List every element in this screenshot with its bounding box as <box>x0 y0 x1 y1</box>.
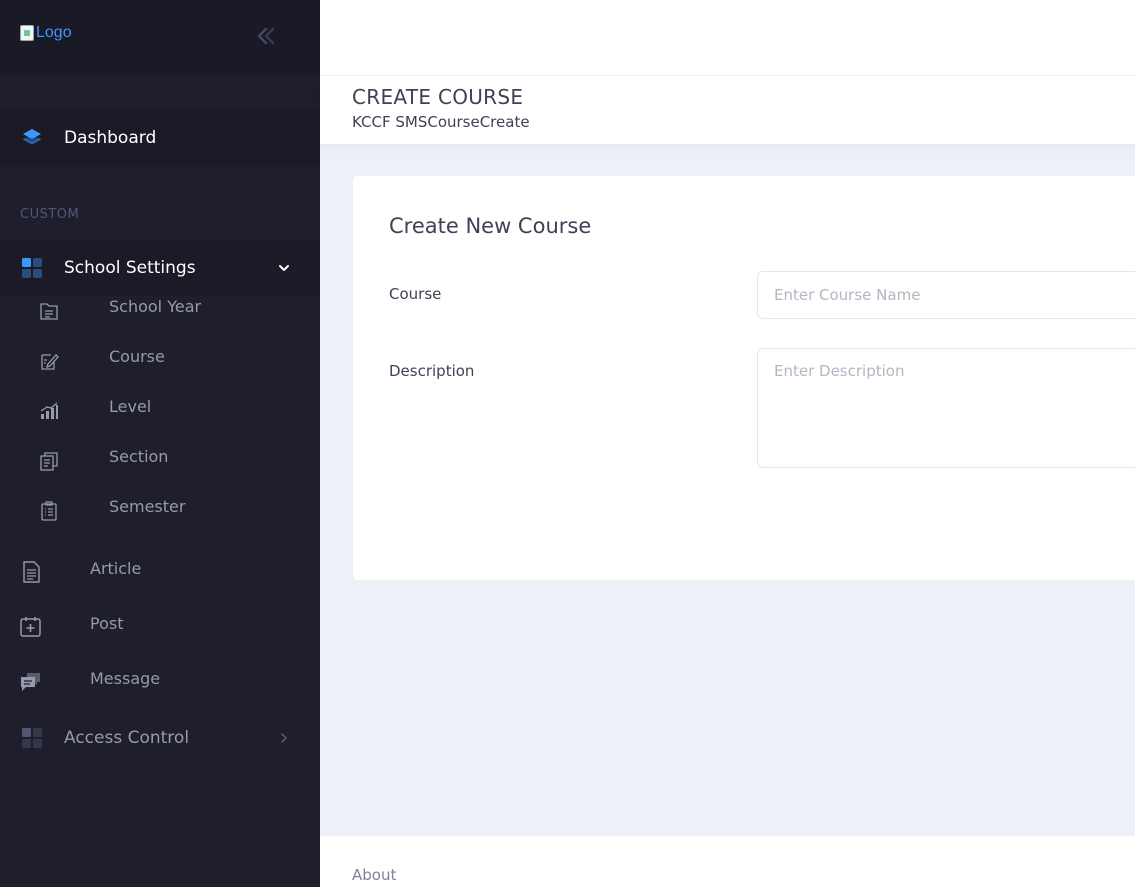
sidebar-item-post[interactable]: Post <box>0 600 320 650</box>
copy-doc-icon <box>37 449 61 473</box>
course-label: Course <box>389 285 442 303</box>
sidebar-subitem-school-year[interactable]: School Year <box>0 283 320 333</box>
chat-bubbles-icon <box>19 670 43 694</box>
sidebar-item-dashboard[interactable]: Dashboard <box>0 110 320 166</box>
bar-chart-icon <box>37 399 61 423</box>
chevron-right-icon <box>277 731 291 745</box>
create-course-card: Create New Course Course Enter Course Na… <box>352 175 1135 581</box>
calendar-add-icon <box>19 615 43 639</box>
folder-doc-icon <box>37 299 61 323</box>
sidebar-item-label: Article <box>90 559 142 578</box>
footer: About <box>320 836 1135 887</box>
sidebar-item-label: Message <box>90 669 161 688</box>
footer-about-link[interactable]: About <box>352 866 396 884</box>
card-title: Create New Course <box>389 214 592 238</box>
sidebar: Logo Dashboard CUSTOM School Settings Sc… <box>0 0 320 887</box>
chevron-down-icon <box>277 261 291 275</box>
broken-image-icon <box>20 25 34 41</box>
sidebar-section-label: CUSTOM <box>20 207 80 222</box>
sidebar-item-label: Access Control <box>64 728 190 748</box>
sidebar-subitem-label: Level <box>109 397 152 416</box>
grid-icon <box>20 726 44 750</box>
sidebar-subitem-label: Section <box>109 447 169 466</box>
grid-icon <box>20 256 44 280</box>
sidebar-collapse-button[interactable] <box>252 22 280 50</box>
clipboard-list-icon <box>37 499 61 523</box>
edit-note-icon <box>37 349 61 373</box>
logo-alt-text: Logo <box>36 24 72 41</box>
layers-icon <box>20 126 44 150</box>
page-toolbar: CREATE COURSE KCCF SMSCourseCreate <box>320 76 1135 144</box>
sidebar-item-label: Dashboard <box>64 128 157 148</box>
breadcrumb: KCCF SMSCourseCreate <box>352 113 530 131</box>
top-header <box>320 0 1135 76</box>
sidebar-item-article[interactable]: Article <box>0 545 320 595</box>
sidebar-subitem-label: School Year <box>109 297 202 316</box>
sidebar-subitem-level[interactable]: Level <box>0 383 320 433</box>
document-icon <box>19 560 43 584</box>
sidebar-item-label: School Settings <box>64 258 196 278</box>
description-textarea[interactable]: Enter Description <box>757 348 1135 468</box>
page-title: CREATE COURSE <box>352 85 524 109</box>
sidebar-subitem-semester[interactable]: Semester <box>0 483 320 533</box>
double-chevron-left-icon <box>257 27 275 45</box>
description-label: Description <box>389 362 475 380</box>
sidebar-item-message[interactable]: Message <box>0 655 320 705</box>
sidebar-subitem-label: Course <box>109 347 165 366</box>
logo[interactable]: Logo <box>20 24 72 42</box>
sidebar-subitem-course[interactable]: Course <box>0 333 320 383</box>
course-name-input[interactable]: Enter Course Name <box>757 271 1135 319</box>
sidebar-subitem-section[interactable]: Section <box>0 433 320 483</box>
sidebar-subitem-label: Semester <box>109 497 186 516</box>
sidebar-item-access-control[interactable]: Access Control <box>0 710 320 766</box>
sidebar-header: Logo <box>0 0 320 76</box>
sidebar-item-label: Post <box>90 614 124 633</box>
